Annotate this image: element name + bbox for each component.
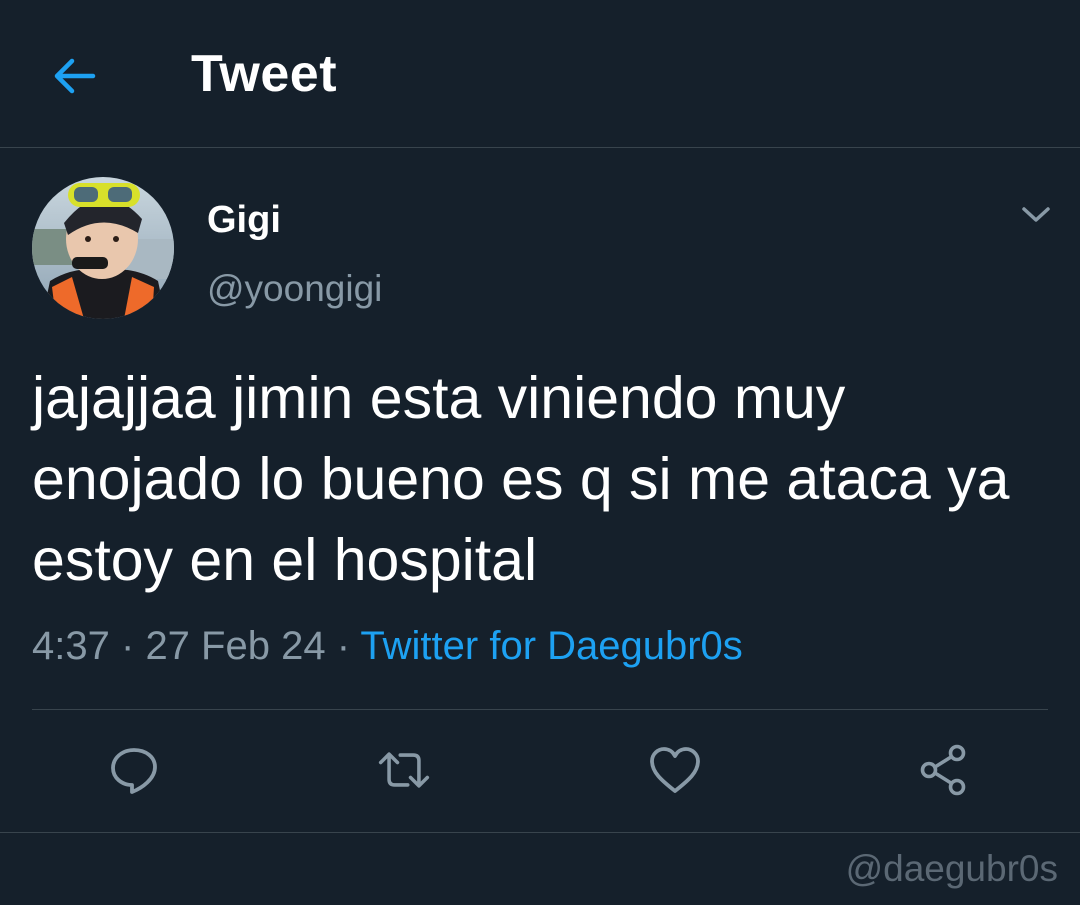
reply-button[interactable] [106,742,162,798]
tweet-text: jajajjaa jimin esta viniendo muy enojado… [32,365,1010,593]
top-app-bar: Tweet [0,0,1080,148]
watermark: @daegubr0s [845,848,1058,889]
share-button[interactable] [916,742,972,798]
divider [32,709,1048,710]
reply-icon [111,748,157,794]
divider [0,832,1080,833]
heart-icon [650,747,700,793]
display-name[interactable]: Gigi [207,199,281,242]
avatar-photo [32,177,174,319]
chevron-down-icon [1022,207,1050,222]
share-icon [920,744,966,796]
tweet-date: 27 Feb 24 [145,624,326,668]
back-button[interactable] [50,52,98,100]
retweet-button[interactable] [376,742,432,798]
retweet-icon [378,752,430,788]
tweet-source-link[interactable]: Twitter for Daegubr0s [360,624,742,668]
meta-separator: · [120,624,135,668]
like-button[interactable] [647,742,703,798]
tweet-options-button[interactable] [1014,195,1058,235]
tweet-metadata: 4:37 · 27 Feb 24 · Twitter for Daegubr0s [32,624,743,669]
page-title: Tweet [191,45,338,103]
username-handle[interactable]: @yoongigi [207,268,382,310]
avatar[interactable] [32,177,174,319]
arrow-left-icon [54,58,96,94]
tweet-time: 4:37 [32,624,110,668]
meta-separator: · [336,624,351,668]
